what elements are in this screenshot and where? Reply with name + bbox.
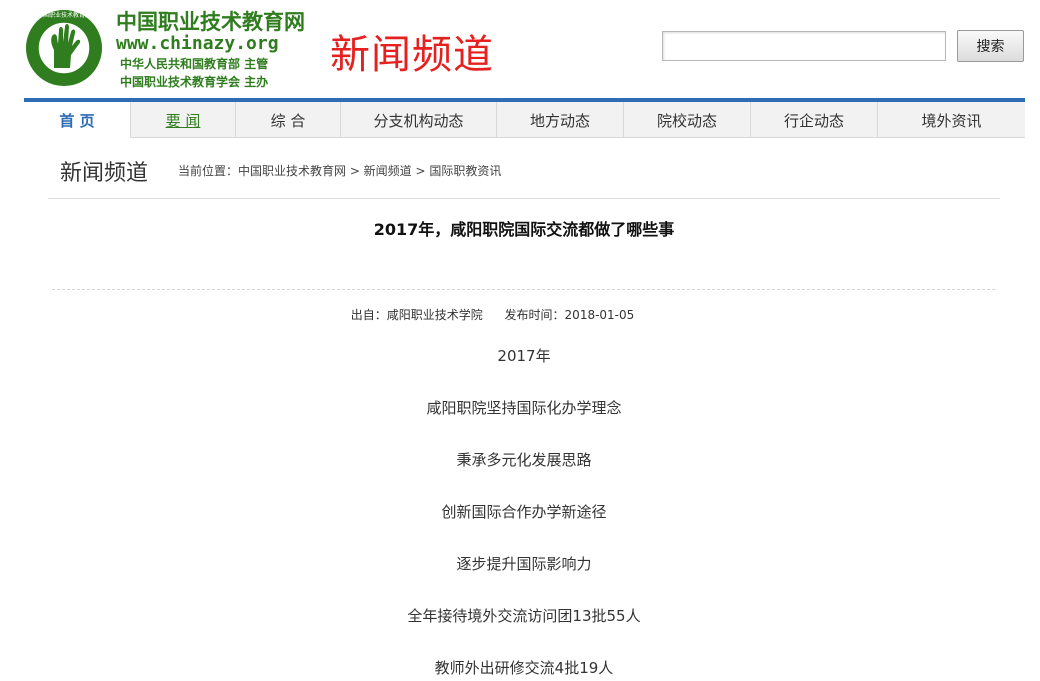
search-input[interactable] xyxy=(662,31,946,61)
title-divider xyxy=(52,289,995,290)
nav-item-industry-news[interactable]: 行企动态 xyxy=(751,102,878,138)
nav-item-label: 综 合 xyxy=(270,111,306,130)
sponsor-line-1: 中华人民共和国教育部 主管 xyxy=(120,57,269,71)
article-body: 2017年 咸阳职院坚持国际化办学理念 秉承多元化发展思路 创新国际合作办学新途… xyxy=(0,344,1040,681)
nav-item-overseas-news[interactable]: 境外资讯 xyxy=(878,102,1025,138)
nav-item-branch-news[interactable]: 分支机构动态 xyxy=(341,102,497,138)
nav-item-label: 首 页 xyxy=(59,111,95,130)
article-date: 发布时间：2018-01-05 xyxy=(504,308,635,322)
nav-item-college-news[interactable]: 院校动态 xyxy=(624,102,751,138)
article-source: 出自：咸阳职业技术学院 xyxy=(350,308,483,322)
site-header: 中国职业技术教育网 中国职业技术教育网 www.chinazy.org 中华人民… xyxy=(0,0,1040,100)
logo-seal-text: 中国职业技术教育网 xyxy=(37,11,91,19)
article-title: 2017年，咸阳职院国际交流都做了哪些事 xyxy=(373,220,675,239)
nav-item-label: 行企动态 xyxy=(783,111,844,130)
nav-item-label: 地方动态 xyxy=(529,111,590,130)
nav-item-label: 境外资讯 xyxy=(921,111,982,130)
breadcrumb[interactable]: 当前位置：中国职业技术教育网 > 新闻频道 > 国际职教资讯 xyxy=(178,162,501,179)
sponsor-line-2: 中国职业技术教育学会 主办 xyxy=(120,75,269,89)
site-name[interactable]: 中国职业技术教育网 xyxy=(116,6,305,36)
nav-item-label: 要 闻 xyxy=(165,111,201,130)
article-paragraph: 创新国际合作办学新途径 xyxy=(441,503,607,521)
nav-item-label: 院校动态 xyxy=(656,111,717,130)
nav-item-home[interactable]: 首 页 xyxy=(24,102,131,138)
site-url[interactable]: www.chinazy.org xyxy=(116,33,279,54)
article-meta: 出自：咸阳职业技术学院 发布时间：2018-01-05 xyxy=(0,306,985,323)
nav-item-headlines[interactable]: 要 闻 xyxy=(131,102,236,138)
article-paragraph: 教师外出研修交流4批19人 xyxy=(434,659,614,677)
article-paragraph: 全年接待境外交流访问团13批55人 xyxy=(407,607,641,625)
search-button[interactable]: 搜索 xyxy=(957,30,1024,62)
article-paragraph: 咸阳职院坚持国际化办学理念 xyxy=(426,399,622,417)
article-paragraph: 秉承多元化发展思路 xyxy=(456,451,592,469)
article-paragraph: 逐步提升国际影响力 xyxy=(456,555,592,573)
main-nav: 首 页 要 闻 综 合 分支机构动态 地方动态 院校动态 行企动态 境外资讯 xyxy=(24,98,1025,138)
nav-item-label: 分支机构动态 xyxy=(373,111,464,130)
chinazy-seal-logo[interactable]: 中国职业技术教育网 xyxy=(24,8,108,88)
nav-item-general[interactable]: 综 合 xyxy=(236,102,341,138)
article-paragraph: 2017年 xyxy=(497,347,551,365)
nav-item-local-news[interactable]: 地方动态 xyxy=(497,102,624,138)
breadcrumb-divider xyxy=(48,198,1000,199)
section-title: 新闻频道 xyxy=(60,161,149,186)
channel-title: 新闻频道 xyxy=(330,32,494,78)
